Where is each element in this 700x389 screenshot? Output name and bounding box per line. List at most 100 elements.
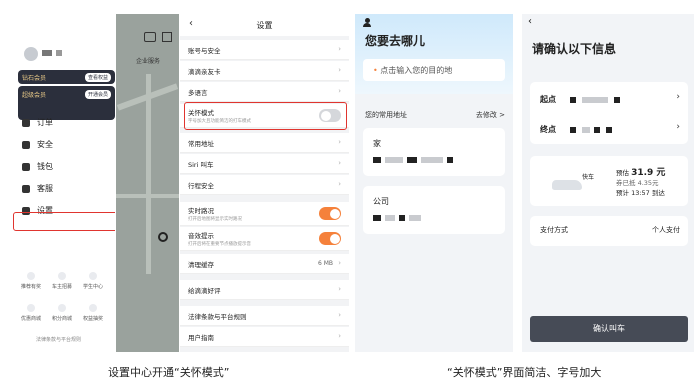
grid-label: 学生中心 bbox=[82, 284, 103, 290]
redacted-address bbox=[614, 97, 620, 103]
header-background bbox=[355, 14, 513, 94]
sound-toggle[interactable] bbox=[319, 232, 341, 245]
legal-link[interactable]: 法律条款与平台规则 bbox=[36, 336, 81, 343]
shield-icon bbox=[22, 140, 30, 149]
frequent-address-heading: 您的常用地址 bbox=[365, 111, 407, 119]
gift-icon bbox=[27, 272, 35, 280]
menu-item-wallet[interactable]: 钱包 bbox=[22, 161, 53, 172]
user-icon[interactable] bbox=[363, 18, 371, 27]
row-label: Siri 叫车 bbox=[188, 160, 214, 169]
redacted-address bbox=[594, 127, 600, 133]
page-title: 您要去哪儿 bbox=[365, 34, 426, 48]
menu-item-safety[interactable]: 安全 bbox=[22, 139, 53, 150]
row-label: 音效提示 bbox=[188, 232, 214, 240]
chevron-right-icon: › bbox=[338, 138, 341, 146]
grid-item-points[interactable]: 积分商城 bbox=[49, 304, 75, 322]
row-label: 多语言 bbox=[188, 88, 208, 97]
row-label: 清理缓存 bbox=[188, 260, 214, 269]
settings-row-traffic[interactable]: 实时路况 打开后地图将显示实时路况 bbox=[180, 202, 349, 226]
menu-item-orders[interactable]: 订单 bbox=[22, 117, 53, 128]
route-card: 起点 › 终点 › bbox=[530, 82, 688, 144]
settings-panel: ‹ 设置 账号与安全 › 滴滴亲友卡 › 多语言 › 关怀模式 字号加大且功能简洁的打… bbox=[180, 14, 349, 352]
row-label: 行程安全 bbox=[188, 181, 214, 190]
row-label: 法律条款与平台规则 bbox=[188, 312, 247, 321]
row-label: 滴滴亲友卡 bbox=[188, 67, 221, 76]
price-info: 预估 31.9 元 券已抵 4.35元 预计 13:57 到达 bbox=[616, 168, 665, 198]
member-title: 钻石会员 bbox=[22, 75, 47, 82]
chevron-right-icon[interactable]: › bbox=[676, 122, 680, 132]
settings-row-rate[interactable]: 给滴滴好评 › bbox=[180, 280, 349, 300]
grid-label: 推荐有奖 bbox=[20, 284, 41, 290]
settings-row-account[interactable]: 账号与安全 › bbox=[180, 40, 349, 60]
edit-addresses-link[interactable]: 去修改 > bbox=[476, 110, 505, 120]
home-address-card[interactable]: 家 bbox=[363, 128, 505, 176]
settings-row-family-card[interactable]: 滴滴亲友卡 › bbox=[180, 61, 349, 81]
arrival-text: 预计 13:57 到达 bbox=[616, 189, 665, 197]
enterprise-label[interactable]: 企业服务 bbox=[136, 56, 160, 65]
student-icon bbox=[89, 272, 97, 280]
side-drawer-panel: 钻石会员 查看权益 超级会员 开通会员 订单 安全 钱包 客服 设置 推荐有奖 … bbox=[8, 14, 115, 352]
grid-label: 车主招募 bbox=[51, 284, 72, 290]
shop-icon bbox=[27, 304, 35, 312]
grid-item-driver-recruit[interactable]: 车主招募 bbox=[49, 272, 75, 290]
settings-row-addresses[interactable]: 常用地址 › bbox=[180, 133, 349, 153]
map-road bbox=[116, 194, 179, 198]
back-icon[interactable]: ‹ bbox=[528, 16, 532, 27]
open-membership-button[interactable]: 开通会员 bbox=[84, 90, 111, 99]
car-icon bbox=[552, 180, 582, 190]
settings-row-legal[interactable]: 法律条款与平台规则 › bbox=[180, 306, 349, 326]
message-icon[interactable] bbox=[144, 32, 156, 42]
settings-row-sound[interactable]: 音效提示 打开后将在重要节点播放提示音 bbox=[180, 227, 349, 251]
settings-row-siri[interactable]: Siri 叫车 › bbox=[180, 154, 349, 174]
menu-label: 钱包 bbox=[37, 162, 53, 171]
redacted-address bbox=[570, 127, 576, 133]
chevron-right-icon: › bbox=[338, 259, 341, 267]
address-label: 公司 bbox=[373, 197, 389, 206]
grid-label: 优惠商城 bbox=[20, 316, 41, 322]
company-address-card[interactable]: 公司 bbox=[363, 186, 505, 234]
menu-item-service[interactable]: 客服 bbox=[22, 183, 53, 194]
row-sublabel: 打开后地图将显示实时路况 bbox=[188, 217, 242, 222]
diamond-member-card[interactable]: 钻石会员 查看权益 bbox=[18, 70, 115, 84]
avatar[interactable] bbox=[24, 47, 38, 61]
menu-label: 客服 bbox=[37, 184, 53, 193]
settings-row-clear-cache[interactable]: 清理缓存 6 MB › bbox=[180, 254, 349, 274]
ride-option-card[interactable]: 快车 预估 31.9 元 券已抵 4.35元 预计 13:57 到达 bbox=[530, 156, 688, 206]
confirm-call-button[interactable]: 确认叫车 bbox=[530, 316, 688, 342]
member-title: 超级会员 bbox=[22, 92, 47, 99]
chevron-right-icon: › bbox=[338, 66, 341, 74]
view-benefits-button[interactable]: 查看权益 bbox=[84, 73, 111, 82]
settings-row-guide[interactable]: 用户指南 › bbox=[180, 327, 349, 347]
menu-label: 安全 bbox=[37, 140, 53, 149]
payment-label: 支付方式 bbox=[540, 226, 568, 234]
settings-row-language[interactable]: 多语言 › bbox=[180, 82, 349, 102]
row-sublabel: 打开后将在重要节点播放提示音 bbox=[188, 242, 251, 247]
destination-search-input[interactable]: • 点击输入您的目的地 bbox=[363, 59, 505, 81]
redacted-address bbox=[409, 215, 421, 221]
super-member-card[interactable]: 超级会员 开通会员 bbox=[18, 86, 115, 120]
redacted-address bbox=[373, 215, 381, 221]
grid-item-referral[interactable]: 推荐有奖 bbox=[18, 272, 44, 290]
care-mode-home-panel: 您要去哪儿 • 点击输入您的目的地 您的常用地址 去修改 > 家 公司 bbox=[355, 14, 513, 352]
scan-icon[interactable] bbox=[162, 32, 172, 42]
payment-row[interactable]: 支付方式 个人支付 bbox=[530, 216, 688, 246]
cache-size: 6 MB bbox=[317, 260, 333, 267]
highlight-box-settings bbox=[13, 212, 115, 231]
row-label: 用户指南 bbox=[188, 333, 214, 342]
wallet-icon bbox=[22, 162, 30, 171]
redacted-address bbox=[447, 157, 453, 163]
search-placeholder: 点击输入您的目的地 bbox=[380, 66, 453, 75]
settings-row-trip-safety[interactable]: 行程安全 › bbox=[180, 175, 349, 195]
traffic-toggle[interactable] bbox=[319, 207, 341, 220]
lottery-icon bbox=[89, 304, 97, 312]
grid-item-lottery[interactable]: 权益抽奖 bbox=[80, 304, 106, 322]
grid-item-mall[interactable]: 优惠商城 bbox=[18, 304, 44, 322]
username-redacted bbox=[42, 50, 52, 56]
redacted-address bbox=[385, 157, 403, 163]
chevron-right-icon[interactable]: › bbox=[676, 92, 680, 102]
redacted-address bbox=[407, 157, 417, 163]
locate-icon[interactable] bbox=[158, 232, 168, 242]
grid-item-student[interactable]: 学生中心 bbox=[80, 272, 106, 290]
end-label: 终点 bbox=[540, 125, 556, 134]
row-label: 常用地址 bbox=[188, 139, 214, 148]
